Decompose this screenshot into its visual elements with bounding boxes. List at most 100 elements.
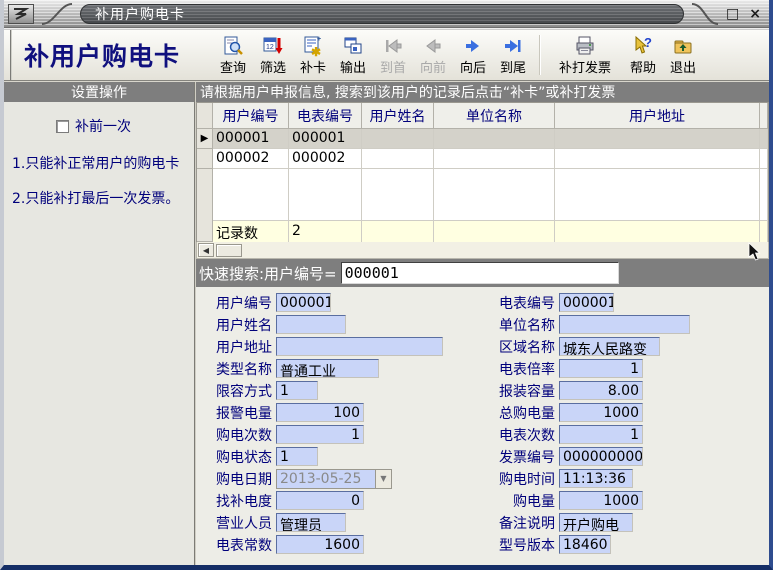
field-label: 电表编号 bbox=[481, 293, 559, 313]
output-icon bbox=[342, 35, 364, 60]
cell-user-id[interactable]: 000002 bbox=[213, 149, 289, 169]
cell-address[interactable] bbox=[555, 129, 760, 149]
limit-mode-field[interactable]: 1 bbox=[276, 381, 318, 400]
field-label: 区域名称 bbox=[481, 337, 559, 357]
cell-address[interactable] bbox=[555, 149, 760, 169]
go-next-button[interactable]: 向后 bbox=[454, 32, 492, 78]
cell-org-name[interactable] bbox=[434, 129, 555, 149]
output-button[interactable]: 输出 bbox=[334, 32, 372, 78]
maximize-button[interactable]: □ bbox=[726, 6, 739, 22]
sidebar-note-2: 2.只能补打最后一次发票。 bbox=[4, 181, 194, 216]
remark-field[interactable]: 开户购电 bbox=[559, 513, 633, 532]
redo-previous-checkbox[interactable] bbox=[56, 120, 69, 133]
row-selector bbox=[197, 149, 213, 169]
horizontal-scrollbar[interactable]: ◀ bbox=[196, 242, 769, 259]
window-title: 补用户购电卡 bbox=[80, 4, 684, 24]
invoice-icon bbox=[574, 35, 596, 60]
purchase-date-value: 2013-05-25 bbox=[277, 470, 375, 488]
org-name-field[interactable] bbox=[559, 315, 690, 334]
field-label: 报装容量 bbox=[481, 381, 559, 401]
checkbox-label: 补前一次 bbox=[75, 116, 131, 136]
type-name-field[interactable]: 普通工业 bbox=[276, 359, 379, 378]
replace-card-button[interactable]: ✱+ 补卡 bbox=[294, 32, 332, 78]
go-last-button[interactable]: 到尾 bbox=[494, 32, 532, 78]
table-row[interactable]: 000002 000002 bbox=[197, 149, 768, 169]
field-label: 购电次数 bbox=[196, 425, 276, 445]
row-selector-marker: ▶ bbox=[197, 129, 213, 149]
cell-partial bbox=[760, 149, 768, 169]
reprint-invoice-button[interactable]: 补打发票 bbox=[548, 32, 622, 78]
field-label: 用户编号 bbox=[196, 293, 276, 313]
column-header[interactable]: 用户地址 bbox=[555, 103, 760, 129]
installed-capacity-field[interactable]: 8.00 bbox=[559, 381, 643, 400]
region-name-field[interactable]: 城东人民路变 bbox=[559, 337, 660, 356]
last-icon bbox=[502, 35, 524, 60]
field-label: 购电量 bbox=[481, 491, 559, 511]
query-button[interactable]: 查询 bbox=[214, 32, 252, 78]
card-icon: ✱+ bbox=[302, 35, 324, 60]
model-version-field[interactable]: 18460 bbox=[559, 535, 611, 554]
field-label: 备注说明 bbox=[481, 513, 559, 533]
user-id-field[interactable]: 000001 bbox=[276, 293, 331, 312]
cell-user-name[interactable] bbox=[362, 149, 434, 169]
invoice-no-field[interactable]: 0000000001 bbox=[559, 447, 643, 466]
search-icon bbox=[222, 35, 244, 60]
adjust-energy-field[interactable]: 0 bbox=[276, 491, 364, 510]
purchase-time-field[interactable]: 11:13:36 bbox=[559, 469, 633, 488]
field-label: 营业人员 bbox=[196, 513, 276, 533]
help-icon: ? bbox=[632, 35, 654, 60]
column-header[interactable]: 用户姓名 bbox=[362, 103, 434, 129]
user-address-field[interactable] bbox=[276, 337, 443, 356]
prev-icon bbox=[422, 35, 444, 60]
meter-id-field[interactable]: 000001 bbox=[559, 293, 614, 312]
field-label: 用户姓名 bbox=[196, 315, 276, 335]
toolbar-label: 向后 bbox=[460, 61, 486, 75]
exit-button[interactable]: 退出 bbox=[664, 32, 702, 78]
cell-user-name[interactable] bbox=[362, 129, 434, 149]
purchase-count-field[interactable]: 1 bbox=[276, 425, 364, 444]
column-header[interactable]: 单位名称 bbox=[434, 103, 555, 129]
go-prev-button[interactable]: 向前 bbox=[414, 32, 452, 78]
table-row[interactable]: ▶ 000001 000001 bbox=[197, 129, 768, 149]
next-icon bbox=[462, 35, 484, 60]
user-grid: 用户编号 电表编号 用户姓名 单位名称 用户地址 ▶ 000001 000001 bbox=[196, 102, 769, 242]
first-icon bbox=[382, 35, 404, 60]
help-button[interactable]: ? 帮助 bbox=[624, 32, 662, 78]
exit-icon bbox=[672, 35, 694, 60]
meter-constant-field[interactable]: 1600 bbox=[276, 535, 364, 554]
meter-count-field[interactable]: 1 bbox=[559, 425, 643, 444]
scrollbar-thumb[interactable] bbox=[216, 244, 242, 257]
purchase-status-field[interactable]: 1 bbox=[276, 447, 318, 466]
close-button[interactable]: × bbox=[749, 6, 761, 22]
purchase-date-combobox[interactable]: 2013-05-25 ▼ bbox=[276, 469, 392, 489]
svg-text:✱: ✱ bbox=[311, 45, 321, 57]
field-label: 找补电度 bbox=[196, 491, 276, 511]
cell-user-id[interactable]: 000001 bbox=[213, 129, 289, 149]
column-header[interactable]: 电表编号 bbox=[289, 103, 362, 129]
column-header[interactable]: 用户编号 bbox=[213, 103, 289, 129]
cell-meter-id[interactable]: 000002 bbox=[289, 149, 362, 169]
purchase-energy-field[interactable]: 1000 bbox=[559, 491, 643, 510]
user-name-field[interactable] bbox=[276, 315, 346, 334]
field-label: 购电时间 bbox=[481, 469, 559, 489]
record-count-value: 2 bbox=[289, 220, 362, 242]
cell-meter-id[interactable]: 000001 bbox=[289, 129, 362, 149]
row-selector bbox=[197, 220, 213, 242]
quick-search-input[interactable] bbox=[341, 262, 619, 284]
filter-button[interactable]: 12 筛选 bbox=[254, 32, 292, 78]
field-label: 总购电量 bbox=[481, 403, 559, 423]
field-label: 限容方式 bbox=[196, 381, 276, 401]
chevron-down-icon[interactable]: ▼ bbox=[375, 470, 391, 488]
titlebar-swoosh-left bbox=[40, 2, 74, 26]
alarm-energy-field[interactable]: 100 bbox=[276, 403, 364, 422]
quick-search-label: 快速搜索:用户编号= bbox=[199, 263, 337, 284]
total-energy-field[interactable]: 1000 bbox=[559, 403, 643, 422]
sidebar: 设置操作 补前一次 1.只能补正常用户的购电卡 2.只能补打最后一次发票。 bbox=[4, 82, 196, 565]
toolbar-label: 向前 bbox=[420, 61, 446, 75]
operator-field[interactable]: 管理员 bbox=[276, 513, 346, 532]
svg-text:+: + bbox=[317, 36, 321, 43]
meter-ratio-field[interactable]: 1 bbox=[559, 359, 643, 378]
scroll-left-arrow-icon[interactable]: ◀ bbox=[198, 243, 214, 257]
go-first-button[interactable]: 到首 bbox=[374, 32, 412, 78]
cell-org-name[interactable] bbox=[434, 149, 555, 169]
